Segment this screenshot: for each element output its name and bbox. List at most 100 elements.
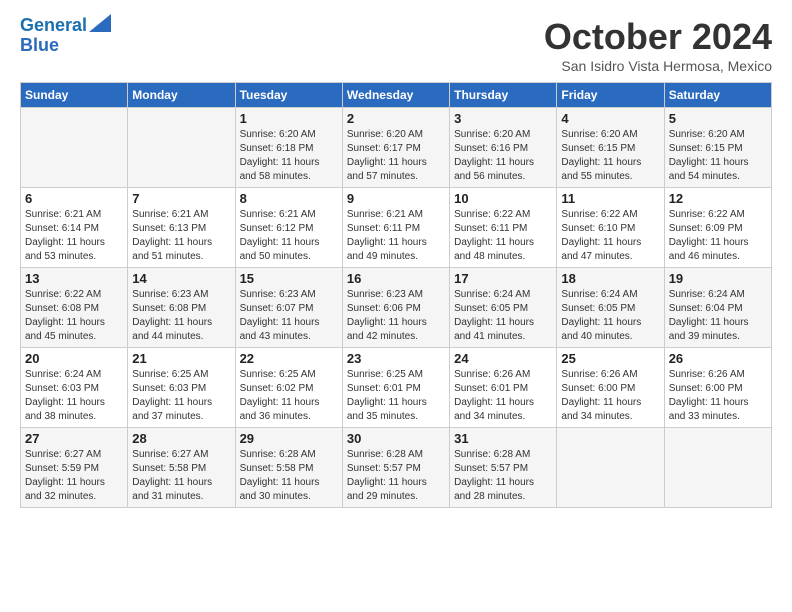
calendar-cell: 19 Sunrise: 6:24 AMSunset: 6:04 PMDayligh… [664,268,771,348]
calendar-week-row: 13 Sunrise: 6:22 AMSunset: 6:08 PMDayligh… [21,268,772,348]
cell-info: Sunrise: 6:20 AMSunset: 6:15 PMDaylight:… [561,128,659,184]
cell-info: Sunrise: 6:25 AMSunset: 6:03 PMDaylight:… [132,368,230,424]
calendar-cell [128,108,235,188]
calendar-week-row: 1Sunrise: 6:20 AMSunset: 6:18 PMDaylight… [21,108,772,188]
day-number: 15 [240,271,338,286]
calendar-cell: 28Sunrise: 6:27 AMSunset: 5:58 PMDayligh… [128,428,235,508]
cell-info: Sunrise: 6:27 AMSunset: 5:58 PMDaylight:… [132,448,230,504]
cell-info: Sunrise: 6:26 AMSunset: 6:01 PMDaylight:… [454,368,552,424]
calendar-cell: 9 Sunrise: 6:21 AMSunset: 6:11 PMDaylight… [342,188,449,268]
cell-info: Sunrise: 6:22 AMSunset: 6:11 PMDaylight:… [454,208,552,264]
calendar-cell: 7 Sunrise: 6:21 AMSunset: 6:13 PMDaylight… [128,188,235,268]
calendar-cell: 25Sunrise: 6:26 AMSunset: 6:00 PMDayligh… [557,348,664,428]
calendar-cell: 5 Sunrise: 6:20 AMSunset: 6:15 PMDaylight… [664,108,771,188]
cell-info: Sunrise: 6:21 AMSunset: 6:12 PMDaylight:… [240,208,338,264]
day-header-sunday: Sunday [21,83,128,108]
cell-info: Sunrise: 6:20 AMSunset: 6:15 PMDaylight:… [669,128,767,184]
calendar-cell: 24Sunrise: 6:26 AMSunset: 6:01 PMDayligh… [450,348,557,428]
logo-icon [89,14,111,32]
calendar-cell: 1Sunrise: 6:20 AMSunset: 6:18 PMDaylight… [235,108,342,188]
calendar-cell [557,428,664,508]
cell-info: Sunrise: 6:26 AMSunset: 6:00 PMDaylight:… [669,368,767,424]
day-number: 17 [454,271,552,286]
cell-info: Sunrise: 6:22 AMSunset: 6:08 PMDaylight:… [25,288,123,344]
calendar-cell: 2 Sunrise: 6:20 AMSunset: 6:17 PMDaylight… [342,108,449,188]
location: San Isidro Vista Hermosa, Mexico [544,58,772,74]
calendar-cell: 26Sunrise: 6:26 AMSunset: 6:00 PMDayligh… [664,348,771,428]
day-number: 12 [669,191,767,206]
day-number: 23 [347,351,445,366]
cell-info: Sunrise: 6:28 AMSunset: 5:58 PMDaylight:… [240,448,338,504]
calendar-cell: 3Sunrise: 6:20 AMSunset: 6:16 PMDaylight… [450,108,557,188]
calendar-cell [664,428,771,508]
calendar-cell: 16 Sunrise: 6:23 AMSunset: 6:06 PMDayligh… [342,268,449,348]
logo-text: General [20,16,87,36]
calendar-cell: 18 Sunrise: 6:24 AMSunset: 6:05 PMDayligh… [557,268,664,348]
calendar-cell: 13 Sunrise: 6:22 AMSunset: 6:08 PMDayligh… [21,268,128,348]
calendar-week-row: 6Sunrise: 6:21 AMSunset: 6:14 PMDaylight… [21,188,772,268]
calendar-table: SundayMondayTuesdayWednesdayThursdayFrid… [20,82,772,508]
calendar-cell: 12 Sunrise: 6:22 AMSunset: 6:09 PMDayligh… [664,188,771,268]
logo-text-blue: Blue [20,35,59,55]
calendar-cell: 17Sunrise: 6:24 AMSunset: 6:05 PMDayligh… [450,268,557,348]
cell-info: Sunrise: 6:27 AMSunset: 5:59 PMDaylight:… [25,448,123,504]
day-number: 11 [561,191,659,206]
calendar-cell: 31 Sunrise: 6:28 AMSunset: 5:57 PMDayligh… [450,428,557,508]
day-number: 22 [240,351,338,366]
calendar-cell: 22 Sunrise: 6:25 AMSunset: 6:02 PMDayligh… [235,348,342,428]
day-number: 4 [561,111,659,126]
day-number: 30 [347,431,445,446]
day-number: 1 [240,111,338,126]
calendar-cell: 10 Sunrise: 6:22 AMSunset: 6:11 PMDayligh… [450,188,557,268]
day-number: 16 [347,271,445,286]
calendar-cell: 27 Sunrise: 6:27 AMSunset: 5:59 PMDayligh… [21,428,128,508]
cell-info: Sunrise: 6:28 AMSunset: 5:57 PMDaylight:… [454,448,552,504]
calendar-cell: 23 Sunrise: 6:25 AMSunset: 6:01 PMDayligh… [342,348,449,428]
cell-info: Sunrise: 6:20 AMSunset: 6:17 PMDaylight:… [347,128,445,184]
calendar-cell: 6Sunrise: 6:21 AMSunset: 6:14 PMDaylight… [21,188,128,268]
day-header-monday: Monday [128,83,235,108]
day-number: 21 [132,351,230,366]
day-number: 18 [561,271,659,286]
calendar-cell: 20Sunrise: 6:24 AMSunset: 6:03 PMDayligh… [21,348,128,428]
logo-line1: General [20,15,87,35]
calendar-cell: 30Sunrise: 6:28 AMSunset: 5:57 PMDayligh… [342,428,449,508]
day-number: 7 [132,191,230,206]
day-number: 31 [454,431,552,446]
day-number: 20 [25,351,123,366]
day-number: 13 [25,271,123,286]
day-number: 6 [25,191,123,206]
cell-info: Sunrise: 6:25 AMSunset: 6:02 PMDaylight:… [240,368,338,424]
cell-info: Sunrise: 6:21 AMSunset: 6:13 PMDaylight:… [132,208,230,264]
calendar-header-row: SundayMondayTuesdayWednesdayThursdayFrid… [21,83,772,108]
logo: General Blue [20,16,111,56]
day-number: 19 [669,271,767,286]
cell-info: Sunrise: 6:23 AMSunset: 6:06 PMDaylight:… [347,288,445,344]
day-number: 14 [132,271,230,286]
calendar-week-row: 27 Sunrise: 6:27 AMSunset: 5:59 PMDayligh… [21,428,772,508]
cell-info: Sunrise: 6:25 AMSunset: 6:01 PMDaylight:… [347,368,445,424]
header: General Blue October 2024 San Isidro Vis… [20,16,772,74]
day-number: 27 [25,431,123,446]
day-number: 9 [347,191,445,206]
cell-info: Sunrise: 6:20 AMSunset: 6:16 PMDaylight:… [454,128,552,184]
calendar-cell: 11 Sunrise: 6:22 AMSunset: 6:10 PMDayligh… [557,188,664,268]
day-header-tuesday: Tuesday [235,83,342,108]
cell-info: Sunrise: 6:21 AMSunset: 6:11 PMDaylight:… [347,208,445,264]
day-number: 5 [669,111,767,126]
day-header-saturday: Saturday [664,83,771,108]
title-block: October 2024 San Isidro Vista Hermosa, M… [544,16,772,74]
calendar-cell: 21 Sunrise: 6:25 AMSunset: 6:03 PMDayligh… [128,348,235,428]
cell-info: Sunrise: 6:24 AMSunset: 6:05 PMDaylight:… [561,288,659,344]
calendar-body: 1Sunrise: 6:20 AMSunset: 6:18 PMDaylight… [21,108,772,508]
calendar-cell: 8Sunrise: 6:21 AMSunset: 6:12 PMDaylight… [235,188,342,268]
day-header-thursday: Thursday [450,83,557,108]
cell-info: Sunrise: 6:26 AMSunset: 6:00 PMDaylight:… [561,368,659,424]
cell-info: Sunrise: 6:22 AMSunset: 6:10 PMDaylight:… [561,208,659,264]
cell-info: Sunrise: 6:24 AMSunset: 6:04 PMDaylight:… [669,288,767,344]
calendar-cell: 4 Sunrise: 6:20 AMSunset: 6:15 PMDaylight… [557,108,664,188]
day-number: 10 [454,191,552,206]
day-number: 2 [347,111,445,126]
cell-info: Sunrise: 6:22 AMSunset: 6:09 PMDaylight:… [669,208,767,264]
day-header-friday: Friday [557,83,664,108]
